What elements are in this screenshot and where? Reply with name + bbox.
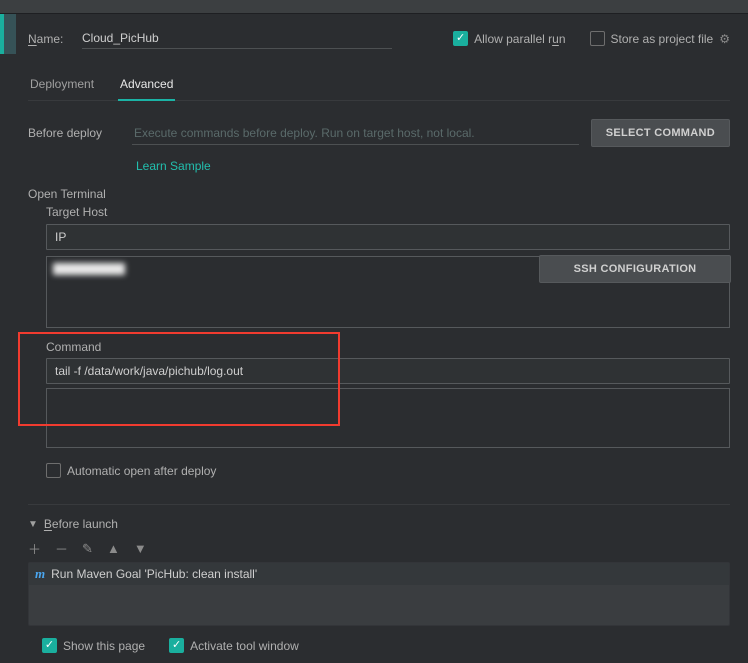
activate-window-checkbox[interactable]: ✓ Activate tool window xyxy=(169,638,299,653)
ssh-configuration-button[interactable]: SSH CONFIGURATION xyxy=(539,255,731,283)
remove-icon[interactable]: － xyxy=(55,539,68,558)
store-project-checkbox[interactable]: Store as project file xyxy=(590,31,714,46)
add-icon[interactable]: ＋ xyxy=(28,539,41,558)
before-deploy-row: Before deploy SELECT COMMAND xyxy=(28,119,730,147)
host-entry-blurred xyxy=(53,263,125,275)
task-label: Run Maven Goal 'PicHub: clean install' xyxy=(51,567,257,581)
before-deploy-label: Before deploy xyxy=(28,126,120,140)
before-launch-title: Before launch xyxy=(44,517,118,531)
edit-icon[interactable]: ✎ xyxy=(82,541,93,557)
collapse-icon: ▼ xyxy=(28,519,38,530)
auto-open-checkbox[interactable]: Automatic open after deploy xyxy=(46,463,730,478)
command-area[interactable] xyxy=(46,388,730,448)
allow-parallel-label: Allow parallel run xyxy=(474,32,565,46)
down-icon[interactable]: ▼ xyxy=(134,541,147,556)
learn-sample-link[interactable]: Learn Sample xyxy=(136,159,211,173)
before-launch-toolbar: ＋ － ✎ ▲ ▼ xyxy=(28,539,730,558)
before-launch-section: ▼ Before launch ＋ － ✎ ▲ ▼ m Run Maven Go… xyxy=(28,504,730,653)
window-titlebar xyxy=(0,0,748,14)
store-project-label: Store as project file xyxy=(611,32,714,46)
checkbox-icon xyxy=(590,31,605,46)
before-launch-header[interactable]: ▼ Before launch xyxy=(28,517,730,531)
tab-advanced[interactable]: Advanced xyxy=(118,71,175,101)
select-command-button[interactable]: SELECT COMMAND xyxy=(591,119,730,147)
target-host-label: Target Host xyxy=(46,205,730,219)
show-page-checkbox[interactable]: ✓ Show this page xyxy=(42,638,145,653)
check-icon: ✓ xyxy=(42,638,57,653)
checkbox-icon xyxy=(46,463,61,478)
auto-open-label: Automatic open after deploy xyxy=(67,464,216,478)
activate-window-label: Activate tool window xyxy=(190,639,299,653)
tab-bar: Deployment Advanced xyxy=(28,71,730,101)
config-panel: Name: ✓ Allow parallel run Store as proj… xyxy=(0,14,748,653)
gear-icon[interactable]: ⚙ xyxy=(719,32,730,46)
target-host-input[interactable] xyxy=(46,224,730,250)
bottom-checks: ✓ Show this page ✓ Activate tool window xyxy=(28,638,730,653)
before-deploy-input[interactable] xyxy=(132,122,579,145)
name-input[interactable] xyxy=(82,28,392,49)
allow-parallel-checkbox[interactable]: ✓ Allow parallel run xyxy=(453,31,565,46)
sidebar-active-strip xyxy=(0,14,16,54)
up-icon[interactable]: ▲ xyxy=(107,541,120,556)
command-label: Command xyxy=(46,340,730,354)
maven-icon: m xyxy=(35,566,45,582)
name-row: Name: ✓ Allow parallel run Store as proj… xyxy=(28,28,730,49)
command-input[interactable] xyxy=(46,358,730,384)
show-page-label: Show this page xyxy=(63,639,145,653)
task-row[interactable]: m Run Maven Goal 'PicHub: clean install' xyxy=(29,563,729,585)
open-terminal-label: Open Terminal xyxy=(28,187,730,201)
host-list-area[interactable]: SSH CONFIGURATION xyxy=(46,256,730,328)
name-label: Name: xyxy=(28,32,82,46)
check-icon: ✓ xyxy=(453,31,468,46)
check-icon: ✓ xyxy=(169,638,184,653)
task-list[interactable]: m Run Maven Goal 'PicHub: clean install' xyxy=(28,562,730,626)
terminal-section: Target Host SSH CONFIGURATION Command Au… xyxy=(28,205,730,478)
tab-deployment[interactable]: Deployment xyxy=(28,71,96,100)
